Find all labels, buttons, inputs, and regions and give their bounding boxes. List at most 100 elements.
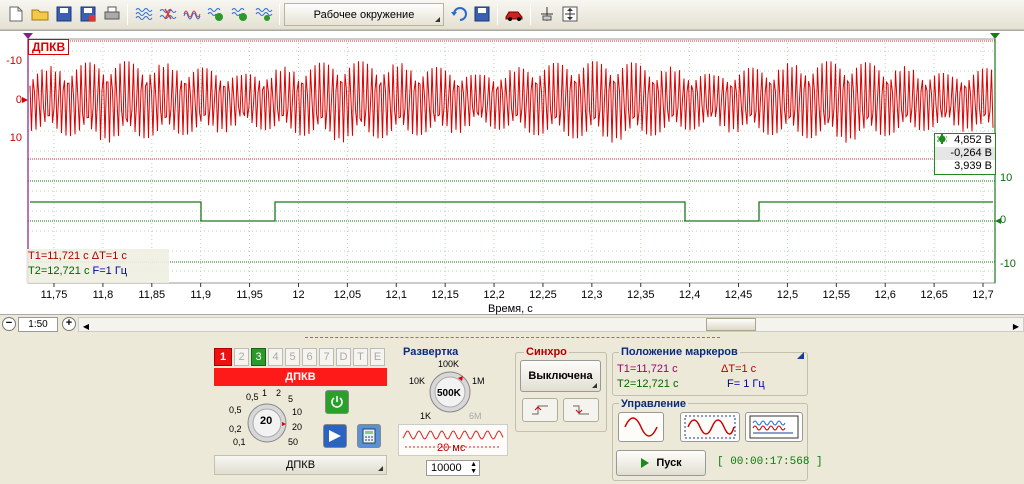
oscilloscope-plot[interactable]: ДПКВ -10 0 10 10 0 -10 T1=11,721 с ΔT=1 … bbox=[0, 30, 1024, 315]
calculator-icon bbox=[362, 428, 376, 444]
measurement-box[interactable]: 4,852 В -0,264 В 3,939 В bbox=[934, 133, 996, 175]
wave-one-icon[interactable] bbox=[230, 4, 250, 24]
continuous-wave-button[interactable] bbox=[680, 412, 740, 442]
volts-label: 0,5 bbox=[229, 405, 242, 415]
play-icon bbox=[641, 458, 650, 468]
volts-knob-value: 20 bbox=[260, 415, 273, 427]
channel-zero-pointer bbox=[22, 97, 28, 103]
zoom-in-button[interactable]: + bbox=[62, 317, 76, 331]
x-tick-label: 12,4 bbox=[678, 289, 701, 301]
meas-max: 4,852 В bbox=[954, 134, 992, 146]
save-env-icon[interactable] bbox=[472, 4, 492, 24]
x-tick-label: 12,65 bbox=[920, 289, 948, 301]
zoom-out-button[interactable]: − bbox=[2, 317, 16, 331]
x-tick-label: 11,95 bbox=[236, 289, 263, 301]
car-icon[interactable] bbox=[504, 4, 524, 24]
volts-label: 10 bbox=[292, 407, 303, 417]
x-tick-label: 12,5 bbox=[776, 289, 799, 301]
x-tick-label: 12,2 bbox=[483, 289, 505, 301]
x-tick-label: 12,3 bbox=[581, 289, 603, 301]
print-icon[interactable] bbox=[102, 4, 122, 24]
wave-math-icon[interactable] bbox=[182, 4, 202, 24]
environment-label: Рабочее окружение bbox=[313, 8, 415, 21]
save-as-icon[interactable] bbox=[78, 4, 98, 24]
marker-panel-f: F= 1 Гц bbox=[727, 378, 765, 390]
y-red-tick: 0 bbox=[15, 94, 22, 106]
volts-label: 20 bbox=[292, 422, 303, 432]
environment-button[interactable]: Рабочее окружение bbox=[284, 3, 444, 26]
channel-tabs: 1 2 3 4 5 6 7 D T E bbox=[214, 348, 387, 366]
sweep-preview: 20 мс bbox=[398, 424, 508, 456]
amplifier-button[interactable] bbox=[323, 424, 347, 448]
points-spinner[interactable]: 10000 ▲ ▼ bbox=[426, 460, 480, 476]
tab-channel-2[interactable]: 2 bbox=[234, 348, 249, 366]
open-folder-icon[interactable] bbox=[30, 4, 50, 24]
y-red-tick: 10 bbox=[9, 132, 22, 144]
tab-channel-d[interactable]: D bbox=[336, 348, 351, 366]
falling-edge-button[interactable] bbox=[563, 398, 599, 422]
start-button[interactable]: Пуск bbox=[616, 450, 706, 476]
undo-icon[interactable] bbox=[450, 4, 470, 24]
tab-channel-5[interactable]: 5 bbox=[285, 348, 300, 366]
x-axis-label: Время, с bbox=[488, 303, 533, 315]
wave-check-icon[interactable] bbox=[206, 4, 226, 24]
tab-channel-6[interactable]: 6 bbox=[302, 348, 317, 366]
volts-label: 50 bbox=[288, 437, 299, 447]
single-wave-button[interactable] bbox=[618, 412, 664, 442]
tab-channel-e[interactable]: E bbox=[370, 348, 385, 366]
avg-icon bbox=[937, 136, 947, 142]
time-scrollbar[interactable]: ◀ ▶ bbox=[78, 317, 1024, 332]
sweep-label: 10K bbox=[409, 376, 426, 386]
power-button[interactable] bbox=[325, 390, 349, 414]
sweep-knob-value: 500K bbox=[437, 388, 461, 399]
channel-name: ДПКВ bbox=[214, 368, 387, 386]
channel-tag: ДПКВ bbox=[28, 39, 70, 55]
panel-splitter[interactable] bbox=[305, 337, 720, 343]
sync-mode-button[interactable]: Выключена bbox=[520, 360, 601, 392]
falling-edge-icon bbox=[573, 405, 589, 415]
tab-channel-1[interactable]: 1 bbox=[214, 348, 232, 366]
tab-channel-7[interactable]: 7 bbox=[319, 348, 334, 366]
scroll-left-icon[interactable]: ◀ bbox=[79, 319, 93, 334]
wave-cross-icon[interactable] bbox=[158, 4, 178, 24]
wave-group-icon[interactable] bbox=[134, 4, 154, 24]
wave-settings-icon[interactable] bbox=[254, 4, 274, 24]
volts-label: 1 bbox=[262, 388, 268, 398]
y-green-tick: -10 bbox=[1000, 258, 1016, 270]
spinner-arrows-icon[interactable]: ▲ ▼ bbox=[470, 461, 477, 475]
x-tick-label: 11,8 bbox=[92, 289, 114, 301]
x-tick-label: 12,35 bbox=[626, 289, 655, 301]
signal-trace bbox=[29, 61, 994, 143]
x-tick-label: 12,1 bbox=[385, 289, 407, 301]
marker-panel-corner-icon[interactable] bbox=[797, 352, 804, 359]
channel-select[interactable]: ДПКВ bbox=[214, 455, 387, 475]
sweep-title: Развертка bbox=[403, 346, 459, 358]
scroll-right-icon[interactable]: ▶ bbox=[1009, 319, 1023, 334]
zoom-level: 1:50 bbox=[18, 317, 58, 332]
rising-edge-button[interactable] bbox=[522, 398, 558, 422]
tab-channel-3[interactable]: 3 bbox=[251, 348, 266, 366]
volts-label: 0,5 bbox=[246, 392, 259, 402]
scale-tool-icon[interactable] bbox=[560, 4, 580, 24]
volts-label: 2 bbox=[276, 388, 282, 398]
tab-channel-4[interactable]: 4 bbox=[268, 348, 283, 366]
power-icon bbox=[331, 396, 343, 408]
volts-label: 0,1 bbox=[233, 437, 246, 447]
tab-channel-t[interactable]: T bbox=[353, 348, 368, 366]
start-label: Пуск bbox=[656, 457, 682, 469]
continuous-wave-icon bbox=[684, 415, 736, 439]
recorder-mode-button[interactable] bbox=[745, 412, 803, 442]
scroll-thumb[interactable] bbox=[706, 318, 756, 331]
x-tick-label: 12,6 bbox=[874, 289, 896, 301]
marker-tool-icon[interactable] bbox=[537, 4, 557, 24]
x-tick-label: 11,75 bbox=[40, 289, 68, 301]
save-icon[interactable] bbox=[54, 4, 74, 24]
calculator-button[interactable] bbox=[357, 424, 381, 448]
y-green-tick: 10 bbox=[1000, 172, 1013, 184]
channel-footer-label: ДПКВ bbox=[285, 459, 316, 471]
y-green-tick: 0 bbox=[1000, 214, 1007, 226]
meas-min: -0,264 В bbox=[950, 147, 992, 159]
marker-t2: T2=12,721 с bbox=[28, 265, 90, 277]
marker-panel-t1: T1=11,721 с bbox=[617, 363, 678, 375]
new-file-icon[interactable] bbox=[6, 4, 26, 24]
